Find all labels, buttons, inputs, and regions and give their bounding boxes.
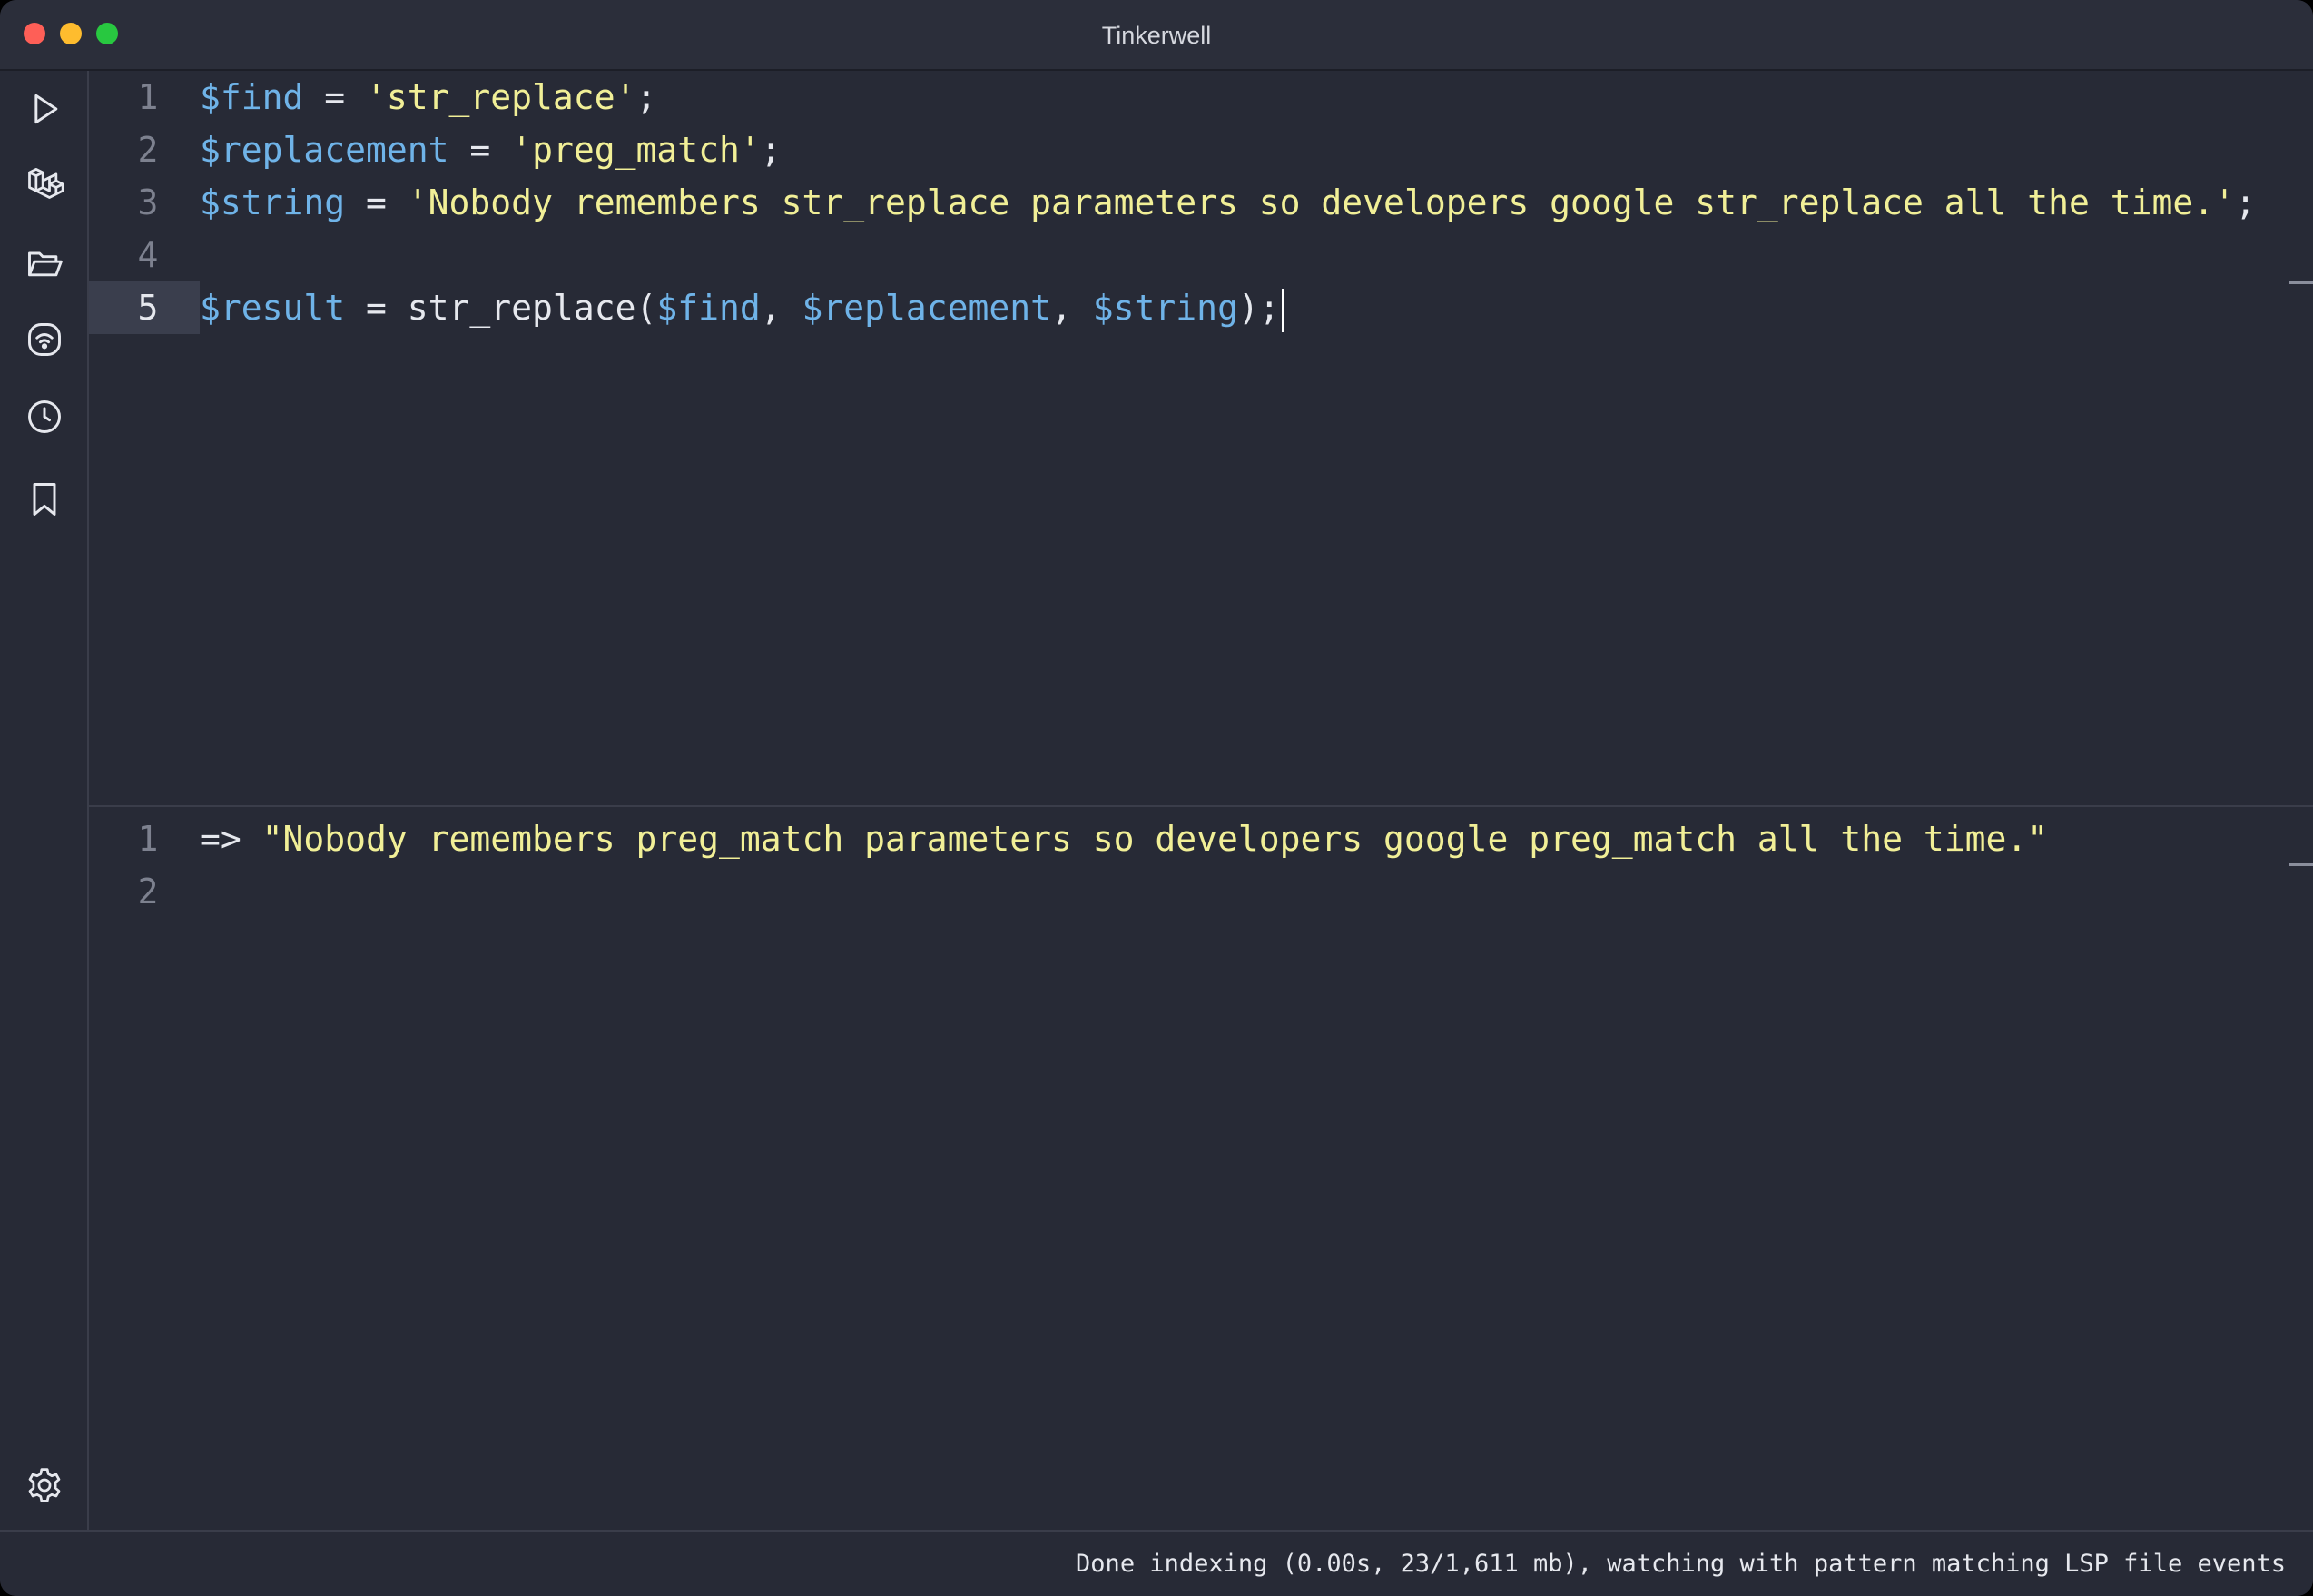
line-number: 2 [137,872,159,911]
window-title: Tinkerwell [1101,22,1212,49]
string-token: 'Nobody remembers str_replace parameters… [407,182,2236,222]
code-line[interactable]: 1 $find = 'str_replace'; [89,71,2313,123]
line-number: 2 [137,130,159,170]
remote-connection-icon [28,323,61,356]
sidebar [0,71,89,1530]
variable-token: $replacement [802,288,1052,328]
clock-icon [28,400,61,433]
title-bar: Tinkerwell [0,0,2313,71]
bookmark-icon [33,483,56,516]
settings-button[interactable] [22,1463,67,1508]
output-line: 2 [89,865,2313,918]
variable-token: $find [200,77,304,117]
gear-icon [28,1468,61,1502]
scrollbar-marker[interactable] [2289,281,2313,284]
variable-token: $find [656,288,761,328]
code-text: $result = str_replace($find, $replacemen… [200,281,1284,334]
code-line[interactable]: 4 [89,229,2313,281]
punctuation-token: ; [635,77,657,117]
arrow-token: => [200,819,262,859]
code-editor[interactable]: 1 $find = 'str_replace'; 2 $replacement … [89,71,2313,806]
punctuation-token: , [1051,288,1093,328]
variable-token: $string [200,182,346,222]
code-text: $string = 'Nobody remembers str_replace … [200,176,2256,229]
history-button[interactable] [22,394,67,439]
code-text: $replacement = 'preg_match'; [200,123,782,176]
variable-token: $result [200,288,346,328]
punctuation-token: ); [1237,288,1280,328]
line-number: 4 [137,235,159,275]
function-call-token: = str_replace( [345,288,657,328]
operator-token: = [303,77,367,117]
line-number: 3 [137,182,159,222]
punctuation-token: ; [760,130,782,170]
code-line-active[interactable]: 5 $result = str_replace($find, $replacem… [89,281,2313,334]
run-button[interactable] [22,86,67,132]
laravel-button[interactable] [22,160,67,205]
punctuation-token: ; [2235,182,2256,222]
string-token: 'preg_match' [511,130,761,170]
punctuation-token: , [760,288,802,328]
status-text: Done indexing (0.00s, 23/1,611 mb), watc… [1076,1550,2286,1578]
snippets-button[interactable] [22,477,67,522]
line-number: 1 [137,819,159,859]
string-token: "Nobody remembers preg_match parameters … [261,819,2049,859]
operator-token: = [345,182,408,222]
text-cursor [1281,288,1284,332]
string-token: 'str_replace' [366,77,636,117]
play-icon [34,94,58,124]
scrollbar-marker[interactable] [2289,863,2313,866]
line-number: 1 [137,77,159,117]
folder-open-icon [28,251,63,277]
code-line[interactable]: 3 $string = 'Nobody remembers str_replac… [89,176,2313,229]
line-number-active: 5 [89,281,200,334]
code-line[interactable]: 2 $replacement = 'preg_match'; [89,123,2313,176]
output-line: 1 => "Nobody remembers preg_match parame… [89,813,2313,865]
remote-connection-button[interactable] [22,317,67,362]
open-folder-button[interactable] [22,241,67,286]
variable-token: $string [1092,288,1238,328]
variable-token: $replacement [200,130,449,170]
code-text: $find = 'str_replace'; [200,71,656,123]
output-text: => "Nobody remembers preg_match paramete… [200,813,2048,865]
operator-token: = [448,130,512,170]
app-window: Tinkerwell 1 $find = 'str_replace'; 2 $r… [0,0,2313,1596]
laravel-icon [28,167,64,199]
output-panel[interactable]: 1 => "Nobody remembers preg_match parame… [89,807,2313,1530]
status-bar: Done indexing (0.00s, 23/1,611 mb), watc… [0,1530,2313,1596]
